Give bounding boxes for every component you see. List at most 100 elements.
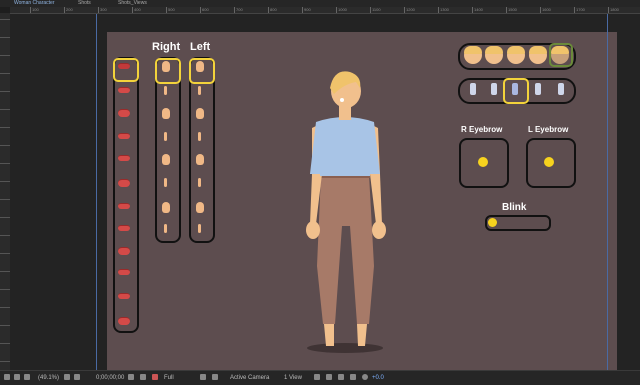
mouth-shape-thumb[interactable] bbox=[118, 317, 130, 325]
fast-preview-icon[interactable] bbox=[338, 374, 344, 380]
character-neck bbox=[339, 106, 351, 120]
ruler-tick bbox=[574, 7, 575, 13]
left-hand-pose-thumb[interactable] bbox=[198, 132, 201, 141]
mouth-shape-thumb[interactable] bbox=[118, 179, 130, 187]
right-hand-pose-thumb[interactable] bbox=[164, 132, 167, 141]
right-hand-pose-thumb[interactable] bbox=[162, 154, 170, 165]
left-hand-panel[interactable] bbox=[189, 57, 215, 243]
color-channel-icon[interactable] bbox=[152, 374, 158, 380]
right-hand-pose-thumb[interactable] bbox=[164, 86, 167, 95]
head-thumb-4[interactable] bbox=[529, 46, 547, 64]
mouth-shape-thumb[interactable] bbox=[118, 63, 130, 69]
mask-icon[interactable] bbox=[14, 374, 20, 380]
camera-dropdown[interactable]: Active Camera bbox=[230, 373, 269, 383]
right-hand-pose-thumb[interactable] bbox=[162, 61, 170, 72]
left-hand-pose-thumb[interactable] bbox=[196, 108, 204, 119]
mouth-shape-thumb[interactable] bbox=[118, 293, 130, 299]
views-dropdown[interactable]: 1 View bbox=[284, 373, 302, 383]
left-hand-pose-thumb[interactable] bbox=[198, 178, 201, 187]
right-hand-panel[interactable] bbox=[155, 57, 181, 243]
ruler-tick bbox=[0, 163, 10, 164]
mouth-shape-thumb[interactable] bbox=[118, 203, 130, 209]
exposure-icon[interactable] bbox=[362, 374, 368, 380]
right-hand-pose-thumb[interactable] bbox=[164, 224, 167, 233]
horizontal-ruler[interactable]: 100 200 300 400 500 600 700 800 900 1000 1100 1200 1… bbox=[10, 7, 640, 14]
tab-shots-views[interactable]: Shots_Views bbox=[118, 0, 147, 7]
left-hand-pose-thumb[interactable] bbox=[198, 86, 201, 95]
toggle-pixel-icon[interactable] bbox=[314, 374, 320, 380]
left-hand-pose-thumb[interactable] bbox=[196, 61, 204, 72]
viewer-status-bar: (49.1%) 0;00;00;00 Full Active Camera 1 … bbox=[0, 370, 640, 385]
ruler-tick bbox=[268, 7, 269, 13]
woman-character[interactable] bbox=[290, 66, 400, 356]
mouth-shape-thumb[interactable] bbox=[118, 225, 130, 231]
mouth-selected-frame[interactable] bbox=[113, 58, 139, 82]
ruler-number: 300 bbox=[100, 7, 107, 12]
ruler-tick bbox=[0, 109, 10, 110]
left-hand-pose-thumb[interactable] bbox=[196, 202, 204, 213]
guide-line-left[interactable] bbox=[96, 14, 97, 370]
ruler-tick bbox=[472, 7, 473, 13]
exposure-value[interactable]: +0.0 bbox=[372, 373, 384, 383]
label-left: Left bbox=[190, 41, 211, 53]
timecode[interactable]: 0;00;00;00 bbox=[96, 373, 124, 383]
body-selected-frame[interactable] bbox=[503, 78, 529, 104]
mouth-shape-thumb[interactable] bbox=[118, 87, 130, 93]
ruler-number: 800 bbox=[270, 7, 277, 12]
chevron-icon[interactable] bbox=[74, 374, 80, 380]
character-shadow bbox=[307, 343, 383, 353]
ruler-tick bbox=[0, 37, 10, 38]
right-hand-pose-thumb[interactable] bbox=[162, 108, 170, 119]
body-thumb-5[interactable] bbox=[558, 83, 564, 95]
ruler-number: 200 bbox=[66, 7, 73, 12]
body-thumb-4[interactable] bbox=[535, 83, 541, 95]
ruler-number: 1600 bbox=[542, 7, 551, 12]
ruler-number: 1800 bbox=[610, 7, 619, 12]
label-l-eyebrow: L Eyebrow bbox=[528, 125, 569, 134]
label-right: Right bbox=[152, 41, 181, 53]
character-earring bbox=[340, 98, 344, 102]
character-right-shoe bbox=[357, 324, 367, 346]
right-hand-pose-thumb[interactable] bbox=[164, 178, 167, 187]
ruler-tick bbox=[0, 235, 10, 236]
tab-shots[interactable]: Shots bbox=[78, 0, 91, 7]
zoom-dropdown[interactable]: (49.1%) bbox=[38, 373, 59, 383]
region-of-interest-icon[interactable] bbox=[200, 374, 206, 380]
transparency-grid-icon[interactable] bbox=[212, 374, 218, 380]
r-eyebrow-control-dot[interactable] bbox=[478, 157, 488, 167]
3d-renderer-icon[interactable] bbox=[326, 374, 332, 380]
always-preview-icon[interactable] bbox=[4, 374, 10, 380]
resolution-dropdown[interactable]: Full bbox=[164, 373, 174, 383]
mouth-shapes-panel[interactable] bbox=[113, 57, 139, 333]
show-snapshot-icon[interactable] bbox=[140, 374, 146, 380]
head-thumb-2[interactable] bbox=[485, 46, 503, 64]
l-eyebrow-control-dot[interactable] bbox=[544, 157, 554, 167]
guide-line-right[interactable] bbox=[607, 14, 608, 370]
head-thumb-3[interactable] bbox=[507, 46, 525, 64]
mouth-shape-thumb[interactable] bbox=[118, 247, 130, 255]
mouth-shape-thumb[interactable] bbox=[118, 269, 130, 275]
head-selected-frame[interactable] bbox=[549, 43, 573, 67]
left-hand-pose-thumb[interactable] bbox=[198, 224, 201, 233]
grid-icon[interactable] bbox=[24, 374, 30, 380]
blink-slider-knob[interactable] bbox=[488, 218, 497, 227]
label-blink: Blink bbox=[502, 202, 527, 213]
fit-icon[interactable] bbox=[64, 374, 70, 380]
flowchart-icon[interactable] bbox=[350, 374, 356, 380]
mouth-shape-thumb[interactable] bbox=[118, 133, 130, 139]
right-hand-pose-thumb[interactable] bbox=[162, 202, 170, 213]
ruler-number: 500 bbox=[168, 7, 175, 12]
ruler-number: 400 bbox=[134, 7, 141, 12]
left-hand-pose-thumb[interactable] bbox=[196, 154, 204, 165]
body-thumb-2[interactable] bbox=[491, 83, 497, 95]
character-right-hand bbox=[372, 221, 386, 239]
head-thumb-1[interactable] bbox=[464, 46, 482, 64]
tab-woman-character[interactable]: Woman Character bbox=[14, 0, 54, 7]
mouth-shape-thumb[interactable] bbox=[118, 155, 130, 161]
camera-snapshot-icon[interactable] bbox=[128, 374, 134, 380]
ruler-tick bbox=[370, 7, 371, 13]
body-thumb-1[interactable] bbox=[470, 83, 476, 95]
ruler-tick bbox=[506, 7, 507, 13]
mouth-shape-thumb[interactable] bbox=[118, 109, 130, 117]
ruler-tick bbox=[0, 289, 10, 290]
